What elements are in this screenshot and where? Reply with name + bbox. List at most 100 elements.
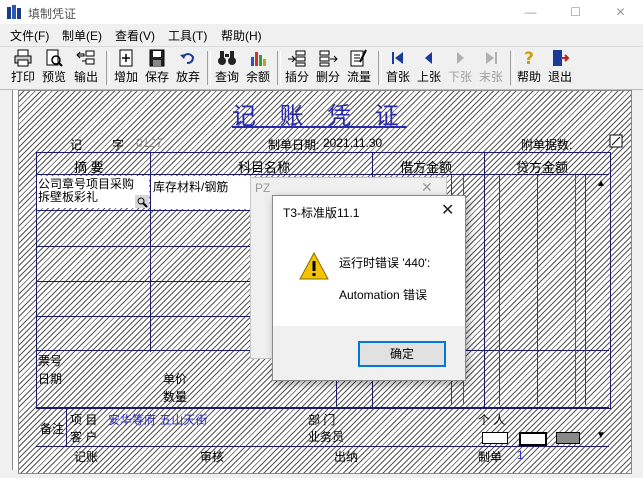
date-label: 制单日期: [268, 138, 320, 152]
cashflow-button[interactable]: 流量 [345, 49, 373, 87]
balance-chart-icon [251, 52, 266, 66]
save-button[interactable]: 保存 [143, 49, 171, 87]
undo-icon [180, 53, 195, 64]
header-summary: 摘 要 [74, 160, 104, 175]
menu-tools[interactable]: 工具(T) [168, 27, 207, 44]
delete-entry-button[interactable]: 删分 [314, 49, 342, 87]
window-title: 填制凭证 [28, 7, 77, 21]
bill-no-label: 票号 [38, 354, 63, 368]
grid-line [36, 210, 250, 211]
grid-line [36, 446, 609, 447]
grid-line [36, 281, 250, 282]
voucher-number[interactable]: 0127 [136, 136, 163, 150]
project-value[interactable]: 安华等府 五山天街 [108, 411, 207, 428]
bookkeeper-label: 记账 [74, 450, 99, 464]
summary-reference-icon[interactable] [135, 195, 149, 208]
toolbar-separator [378, 51, 382, 85]
add-button[interactable]: 增加 [112, 49, 140, 87]
salesperson-label: 业务员 [308, 430, 345, 444]
help-icon: ? [524, 49, 534, 67]
dept-label: 部 门 [308, 413, 336, 427]
dialog-title: T3-标准版11.1 [283, 206, 360, 220]
summary-text: 公司章号项目采购拆壁板彩礼 [38, 177, 135, 204]
summary-cell[interactable]: 公司章号项目采购拆壁板彩礼 [37, 176, 149, 208]
attachments-label: 附单据数: [521, 138, 573, 152]
toolbar: 打印 预览 输出 增加 保存 放弃 查询 余额 插分 删分 流量 首张 上张 下… [0, 46, 643, 90]
svg-text:?: ? [524, 49, 534, 67]
toolbar-separator [510, 51, 514, 85]
error-message-text: Automation 错误 [339, 288, 428, 302]
grid-line [484, 152, 485, 407]
customer-label: 客 户 [70, 430, 98, 444]
preview-button[interactable]: 预览 [40, 49, 68, 87]
header-debit: 借方金额 [400, 160, 453, 175]
maker-value: 1 [517, 448, 524, 462]
next-icon [457, 52, 464, 64]
scroll-down-icon[interactable]: ▼ [596, 430, 606, 441]
first-icon [392, 52, 403, 64]
export-icon [76, 50, 95, 65]
voucher-stamp-icon[interactable] [519, 432, 547, 446]
header-credit: 贷方金额 [516, 160, 569, 175]
insert-entry-button[interactable]: 插分 [283, 49, 311, 87]
prev-icon [425, 52, 432, 64]
amount-line [585, 175, 586, 405]
menu-help[interactable]: 帮助(H) [221, 27, 262, 44]
grid-line [66, 408, 67, 446]
amount-line [499, 175, 500, 405]
minimize-button[interactable]: — [508, 0, 553, 24]
maximize-button[interactable]: ☐ [553, 0, 598, 24]
dialog-close-icon[interactable]: ✕ [441, 200, 454, 220]
exit-icon [553, 50, 570, 66]
last-voucher-button[interactable]: 末张 [477, 49, 505, 87]
cashflow-icon [350, 49, 367, 67]
toolbar-separator [207, 51, 211, 85]
account-cell[interactable]: 库存材料/钢筋 [151, 176, 250, 209]
last-icon [486, 52, 497, 64]
dialog-title-bar: T3-标准版11.1 ✕ [273, 196, 465, 226]
voucher-date[interactable]: 2021.11.30 [323, 136, 382, 150]
print-button[interactable]: 打印 [9, 49, 37, 87]
toolbar-separator [106, 51, 110, 85]
query-button[interactable]: 查询 [213, 49, 241, 87]
dialog-body: 运行时错误 '440': Automation 错误 [273, 226, 465, 326]
insert-row-icon [288, 50, 306, 67]
app-icon [7, 5, 21, 19]
error-message-code: 运行时错误 '440': [339, 256, 431, 270]
next-voucher-button[interactable]: 下张 [446, 49, 474, 87]
amount-line [537, 175, 538, 405]
ok-button[interactable]: 确定 [358, 341, 446, 367]
export-button[interactable]: 输出 [72, 49, 100, 87]
voucher-type[interactable]: 记 [70, 136, 82, 153]
menu-view[interactable]: 查看(V) [115, 27, 155, 44]
help-button[interactable]: ? 帮助 [515, 49, 543, 87]
quantity-label: 数量 [163, 390, 188, 404]
voucher-stamp-icon[interactable] [556, 432, 580, 444]
grid-line [36, 407, 609, 408]
close-window-button[interactable]: ✕ [598, 0, 643, 24]
add-icon [119, 49, 133, 67]
note-label: 备注 [40, 422, 65, 436]
menu-file[interactable]: 文件(F) [10, 27, 49, 44]
grid-line [36, 246, 250, 247]
maker-label: 制单 [478, 450, 503, 464]
printer-icon [14, 49, 32, 67]
scroll-up-icon[interactable]: ▲ [596, 178, 606, 189]
discard-button[interactable]: 放弃 [174, 49, 202, 87]
account-text: 库存材料/钢筋 [153, 180, 229, 194]
error-dialog: T3-标准版11.1 ✕ 运行时错误 '440': Automation 错误 … [272, 195, 466, 381]
menu-make[interactable]: 制单(E) [62, 27, 102, 44]
voucher-title: 记 账 凭 证 [232, 102, 407, 130]
preview-icon [46, 49, 63, 67]
auditor-label: 审核 [200, 450, 225, 464]
prev-voucher-button[interactable]: 上张 [415, 49, 443, 87]
voucher-stamp-icon[interactable] [482, 432, 508, 444]
exit-button[interactable]: 退出 [546, 49, 574, 87]
person-label: 个 人 [478, 413, 506, 427]
pz-close-icon[interactable]: ✕ [421, 179, 433, 196]
attachment-icon[interactable] [609, 134, 623, 148]
first-voucher-button[interactable]: 首张 [384, 49, 412, 87]
menu-bar: 文件(F) 制单(E) 查看(V) 工具(T) 帮助(H) [0, 24, 643, 44]
warning-icon [299, 252, 329, 280]
balance-button[interactable]: 余额 [244, 49, 272, 87]
